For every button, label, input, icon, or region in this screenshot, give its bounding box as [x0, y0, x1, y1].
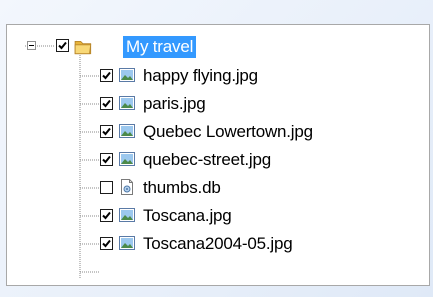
item-label[interactable]: happy flying.jpg	[143, 66, 258, 86]
checkmark-icon	[102, 127, 111, 136]
checkmark-icon	[102, 99, 111, 108]
image-file-icon	[119, 96, 135, 110]
image-file-icon	[119, 208, 135, 222]
image-file-icon	[119, 236, 135, 250]
item-checkbox[interactable]	[100, 209, 113, 222]
item-checkbox[interactable]	[100, 237, 113, 250]
item-checkbox[interactable]	[100, 69, 113, 82]
system-file-icon	[121, 179, 133, 195]
file-tree[interactable]: My travel happy flying.jpg paris.jpg Que…	[6, 24, 430, 286]
item-label[interactable]: Toscana.jpg	[143, 206, 232, 226]
item-label[interactable]: paris.jpg	[143, 94, 206, 114]
item-checkbox[interactable]	[100, 181, 113, 194]
checkmark-icon	[102, 155, 111, 164]
checkmark-icon	[58, 41, 67, 50]
item-checkbox[interactable]	[100, 125, 113, 138]
item-checkbox[interactable]	[100, 153, 113, 166]
checkmark-icon	[102, 211, 111, 220]
item-checkbox[interactable]	[100, 97, 113, 110]
checkmark-icon	[102, 71, 111, 80]
item-label[interactable]: Toscana2004-05.jpg	[143, 234, 293, 254]
item-label[interactable]: thumbs.db	[143, 178, 221, 198]
window-background: My travel happy flying.jpg paris.jpg Que…	[0, 0, 433, 297]
image-file-icon	[119, 152, 135, 166]
image-file-icon	[119, 124, 135, 138]
checkmark-icon	[102, 239, 111, 248]
root-label[interactable]: My travel	[123, 36, 197, 58]
image-file-icon	[119, 68, 135, 82]
root-checkbox[interactable]	[56, 39, 69, 52]
item-label[interactable]: Quebec Lowertown.jpg	[143, 122, 313, 142]
folder-icon	[74, 41, 92, 55]
item-label[interactable]: quebec-street.jpg	[143, 150, 271, 170]
collapse-toggle[interactable]	[27, 41, 36, 50]
